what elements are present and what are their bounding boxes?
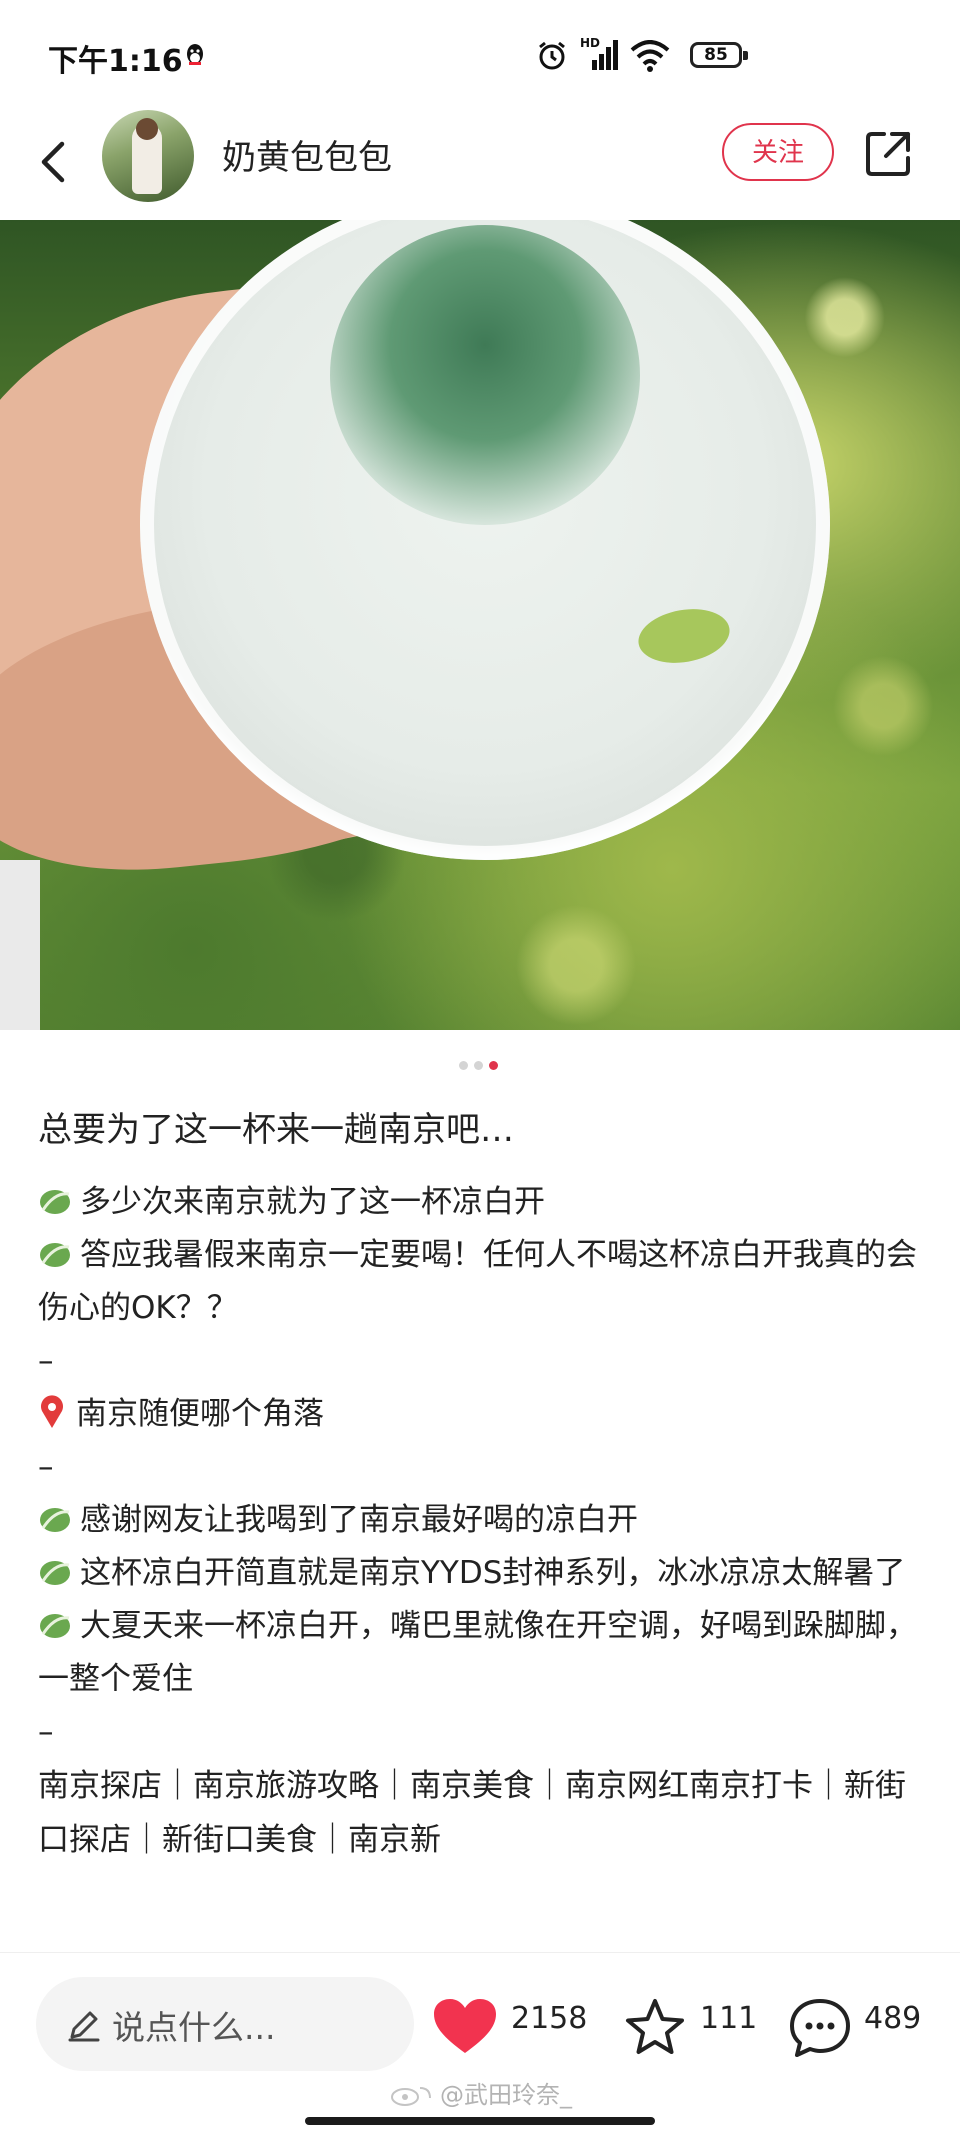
battery-icon: 85 bbox=[690, 42, 748, 68]
pencil-icon bbox=[68, 2011, 100, 2042]
comment-placeholder: 说点什么... bbox=[112, 2008, 276, 2047]
post-body: 多少次来南京就为了这一杯凉白开 答应我暑假来南京一定要喝！任何人不喝这杯凉白开我… bbox=[38, 1176, 922, 1759]
favorite-count: 111 bbox=[700, 2001, 758, 2036]
wifi-icon bbox=[630, 40, 670, 72]
post-tags-overflow: 店 bbox=[38, 1940, 922, 1952]
comment-bubble-icon[interactable] bbox=[788, 1997, 852, 2059]
comment-input[interactable]: 说点什么... bbox=[36, 1977, 414, 2071]
leaf-emoji-icon bbox=[40, 1614, 70, 1638]
home-indicator bbox=[305, 2117, 655, 2125]
qq-icon bbox=[187, 44, 203, 65]
bottom-action-bar: 说点什么... 2158 111 489 @武田玲奈_ bbox=[0, 1952, 960, 2134]
avatar-head bbox=[136, 118, 158, 140]
alarm-icon bbox=[539, 41, 565, 70]
leaf-emoji-icon bbox=[40, 1508, 70, 1532]
post-content: 总要为了这一杯来一趟南京吧… 多少次来南京就为了这一杯凉白开 答应我暑假来南京一… bbox=[38, 1100, 922, 1867]
post-line: 这杯凉白开简直就是南京YYDS封神系列，冰冰凉凉太解暑了 bbox=[38, 1547, 922, 1600]
battery-level: 85 bbox=[704, 45, 728, 65]
back-arrow-icon[interactable] bbox=[28, 134, 84, 190]
separator-dash: – bbox=[38, 1714, 54, 1750]
signal-icon bbox=[592, 40, 618, 70]
leaf-emoji-icon bbox=[40, 1243, 70, 1267]
heart-icon[interactable] bbox=[432, 1997, 498, 2055]
carousel-dot bbox=[459, 1061, 468, 1070]
comment-count: 489 bbox=[864, 2001, 922, 2036]
weibo-watermark: @武田玲奈_ bbox=[390, 2075, 572, 2110]
author-name[interactable]: 奶黄包包包 bbox=[222, 130, 392, 179]
post-header: 奶黄包包包 关注 bbox=[0, 110, 960, 220]
carousel-indicator bbox=[456, 1055, 501, 1074]
location-pin-icon bbox=[41, 1395, 63, 1428]
leaf-emoji-icon bbox=[40, 1561, 70, 1585]
post-line: 答应我暑假来南京一定要喝！任何人不喝这杯凉白开我真的会伤心的OK？？ bbox=[38, 1237, 917, 1326]
separator-dash: – bbox=[38, 1449, 54, 1485]
status-time: 下午1:16 bbox=[48, 44, 183, 79]
star-icon[interactable] bbox=[624, 1997, 686, 2057]
post-line: 多少次来南京就为了这一杯凉白开 bbox=[38, 1176, 922, 1229]
share-icon[interactable] bbox=[862, 128, 914, 180]
avatar[interactable] bbox=[102, 110, 194, 202]
separator-dash: – bbox=[38, 1343, 54, 1379]
leaf-emoji-icon bbox=[40, 1190, 70, 1214]
post-line: 大夏天来一杯凉白开，嘴巴里就像在开空调，好喝到跺脚脚，一整个爱住 bbox=[38, 1608, 917, 1697]
weibo-logo-icon bbox=[391, 2087, 431, 2106]
post-tags[interactable]: 南京探店｜南京旅游攻略｜南京美食｜南京网红南京打卡｜新街口探店｜新街口美食｜南京… bbox=[38, 1759, 922, 1867]
post-line: 南京随便哪个角落 bbox=[38, 1388, 922, 1441]
carousel-dot bbox=[474, 1061, 483, 1070]
post-title: 总要为了这一杯来一趟南京吧… bbox=[38, 1110, 514, 1150]
carousel-dot-active bbox=[489, 1061, 498, 1070]
status-bar: 下午1:16 HD 85 bbox=[0, 0, 960, 110]
post-image[interactable] bbox=[0, 220, 960, 1030]
follow-button[interactable]: 关注 bbox=[722, 123, 834, 181]
like-count: 2158 bbox=[511, 2001, 588, 2036]
post-line: 感谢网友让我喝到了南京最好喝的凉白开 bbox=[38, 1494, 922, 1547]
